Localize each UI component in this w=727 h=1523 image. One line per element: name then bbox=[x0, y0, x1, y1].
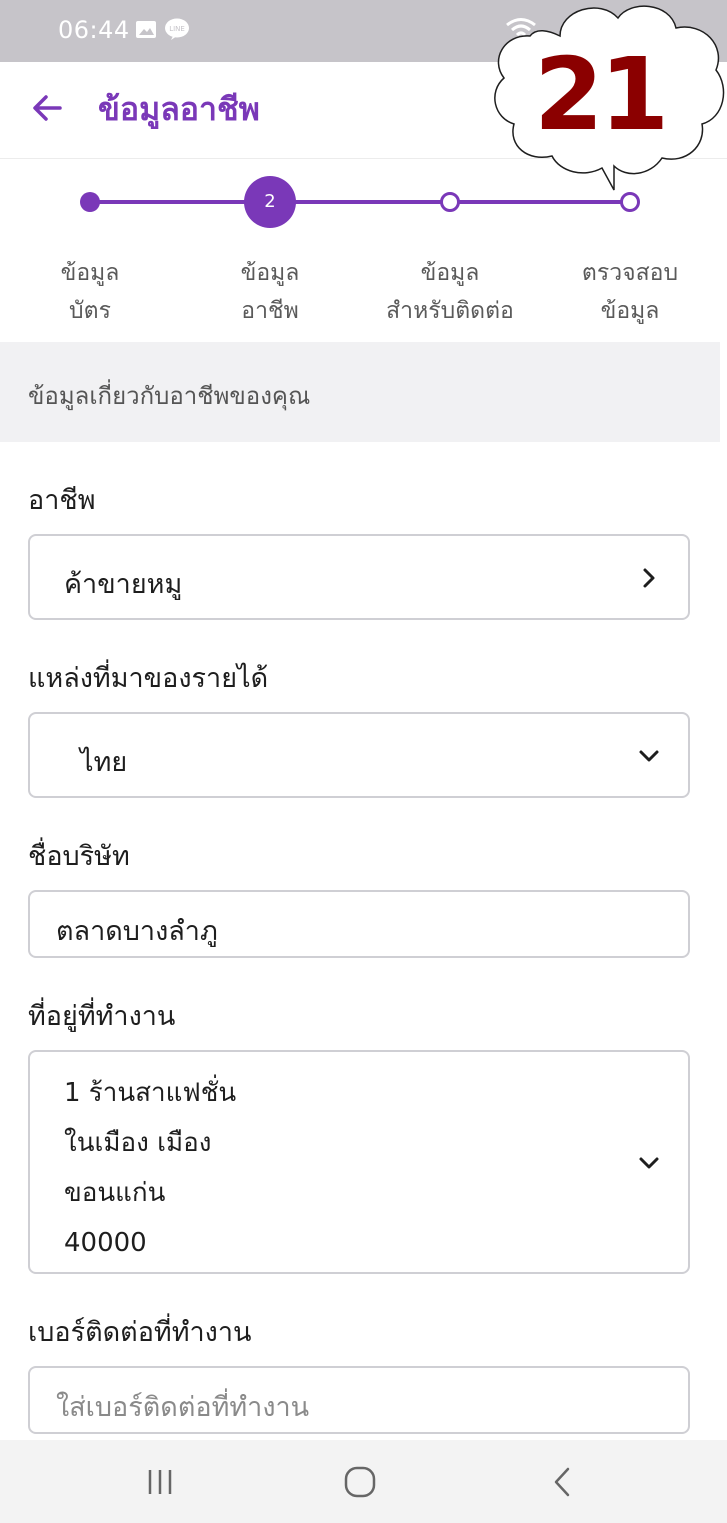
step-2-current-indicator: 2 bbox=[244, 176, 296, 228]
step-label-card-info: ข้อมูล บัตร bbox=[60, 260, 120, 324]
occupation-value: ค้าขายหมู bbox=[64, 569, 183, 600]
occupation-label: อาชีพ bbox=[28, 485, 96, 516]
home-icon[interactable] bbox=[340, 1464, 380, 1500]
occupation-selector[interactable]: ค้าขายหมู bbox=[28, 534, 690, 620]
step-label-occupation: ข้อมูล อาชีพ bbox=[240, 260, 300, 324]
address-line: 40000 bbox=[64, 1228, 147, 1258]
recent-apps-icon[interactable] bbox=[140, 1464, 180, 1500]
address-line: 1 ร้านสาแฟชั่น bbox=[64, 1078, 237, 1108]
section-header: ข้อมูลเกี่ยวกับอาชีพของคุณ bbox=[0, 342, 720, 442]
company-name-input[interactable]: ตลาดบางลำภู bbox=[28, 890, 690, 958]
work-phone-input[interactable]: ใส่เบอร์ติดต่อที่ทำงาน bbox=[28, 1366, 690, 1434]
address-line: ขอนแก่น bbox=[64, 1178, 166, 1208]
page-title: ข้อมูลอาชีพ bbox=[98, 90, 260, 128]
chevron-down-icon bbox=[639, 750, 659, 762]
income-source-dropdown[interactable]: ไทย bbox=[28, 712, 690, 798]
company-name-label: ชื่อบริษัท bbox=[28, 841, 130, 872]
work-address-value: 1 ร้านสาแฟชั่น ในเมือง เมือง ขอนแก่น 400… bbox=[64, 1068, 236, 1268]
step-label-review: ตรวจสอบ ข้อมูล bbox=[581, 260, 679, 324]
step-3-dot bbox=[440, 192, 460, 212]
image-icon bbox=[136, 21, 156, 38]
stepper-line bbox=[90, 200, 630, 204]
section-title: ข้อมูลเกี่ยวกับอาชีพของคุณ bbox=[28, 382, 311, 410]
step-1-dot bbox=[80, 192, 100, 212]
work-address-label: ที่อยู่ที่ทำงาน bbox=[28, 1001, 176, 1032]
badge-number: 21 bbox=[534, 36, 669, 153]
step-4-dot bbox=[620, 192, 640, 212]
chevron-down-icon bbox=[639, 1157, 659, 1169]
arrow-left-icon[interactable] bbox=[30, 90, 66, 126]
step-label-contact: ข้อมูล สำหรับติดต่อ bbox=[386, 260, 514, 324]
line-chat-icon: LINE bbox=[165, 18, 189, 40]
income-source-label: แหล่งที่มาของรายได้ bbox=[28, 663, 269, 694]
chevron-right-icon bbox=[643, 568, 655, 588]
status-time: 06:44 bbox=[58, 16, 130, 44]
back-icon[interactable] bbox=[544, 1464, 584, 1500]
work-phone-placeholder: ใส่เบอร์ติดต่อที่ทำงาน bbox=[56, 1392, 310, 1423]
company-name-value: ตลาดบางลำภู bbox=[56, 916, 218, 947]
work-phone-label: เบอร์ติดต่อที่ทำงาน bbox=[28, 1317, 252, 1348]
work-address-dropdown[interactable]: 1 ร้านสาแฟชั่น ในเมือง เมือง ขอนแก่น 400… bbox=[28, 1050, 690, 1274]
system-nav-bar bbox=[0, 1440, 727, 1523]
address-line: ในเมือง เมือง bbox=[64, 1128, 212, 1158]
income-source-value: ไทย bbox=[80, 747, 128, 778]
svg-text:LINE: LINE bbox=[169, 25, 185, 33]
